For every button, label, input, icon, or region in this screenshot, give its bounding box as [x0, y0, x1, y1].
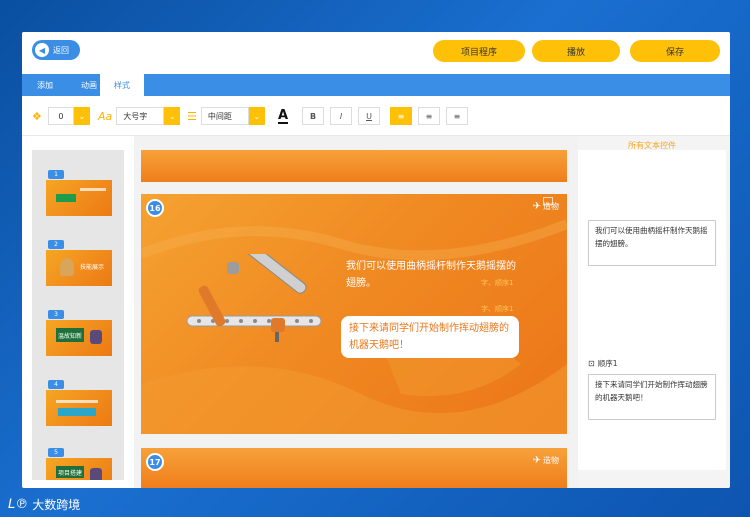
text-control-input-1[interactable]: 我们可以使用曲柄摇杆制作天鹅摇摆的翅膀。: [588, 220, 716, 266]
bold-button[interactable]: B: [302, 107, 324, 125]
watermark-logo-icon: ᒪ℗: [8, 497, 29, 512]
layer-dropdown-icon[interactable]: ⌄: [73, 107, 90, 125]
font-size-select[interactable]: 大号字: [116, 107, 165, 125]
style-toolbar: ❖ 0 ⌄ Aa 大号字 ⌄ ☰ 中间距 ⌄ A B I U ≡ ≡ ≡: [22, 96, 730, 136]
layer-input[interactable]: 0: [47, 107, 74, 125]
project-program-label: 项目程序: [460, 47, 497, 58]
font-color-icon: A: [278, 107, 289, 124]
brand-logo-text: 造物: [543, 456, 559, 465]
text-format-group: B I U: [302, 106, 380, 126]
next-slide[interactable]: 17 ✈ 造物: [141, 448, 567, 488]
align-group: ≡ ≡ ≡: [390, 106, 468, 126]
spacing-control: ☰ 中间距 ⌄: [187, 106, 265, 126]
watermark-text: 大数跨境: [32, 498, 81, 512]
slide-number-badge: 17: [146, 453, 164, 471]
current-slide[interactable]: 16 ✈ 造物 我们可以使用曲柄摇杆制作天鹅摇摆的翅膀。 字、顺序1 字、顺序1…: [141, 194, 567, 434]
corner-handle-icon[interactable]: [543, 197, 553, 205]
back-label: 返回: [53, 45, 69, 55]
project-program-button[interactable]: 项目程序: [433, 40, 525, 62]
save-label: 保存: [665, 47, 684, 58]
underline-button[interactable]: U: [358, 107, 380, 125]
spacing-dropdown-icon[interactable]: ⌄: [248, 107, 265, 125]
thumb-number: 3: [48, 310, 64, 319]
thumb-label: 温故知新: [56, 328, 84, 342]
thumb-number: 5: [48, 448, 64, 457]
thumb-number: 1: [48, 170, 64, 179]
thumb-label: 项目搭建: [56, 466, 84, 478]
font-size-dropdown-icon[interactable]: ⌄: [164, 107, 181, 125]
editor-window: ◀ 返回 项目程序 播放 保存 添加 动画 样式 ❖ 0 ⌄ Aa 大号字 ⌄ …: [22, 32, 730, 488]
thumb-image: 温故知新: [46, 320, 112, 356]
back-arrow-icon: ◀: [35, 43, 49, 57]
align-left-icon[interactable]: ≡: [390, 107, 412, 125]
layer-control: ❖ 0 ⌄: [32, 106, 90, 126]
tab-add[interactable]: 添加: [26, 74, 64, 96]
tab-animation-label: 动画: [81, 80, 97, 90]
slide-text-bubble[interactable]: 接下来请同学们开始制作挥动翅膀的机器天鹅吧！: [341, 316, 519, 358]
tab-add-label: 添加: [37, 80, 53, 90]
tab-style[interactable]: 样式: [100, 74, 144, 96]
text-order-hint-2: 字、顺序1: [481, 305, 514, 313]
thumb-number: 4: [48, 380, 64, 389]
thumb-image: [46, 180, 112, 216]
layers-icon: ❖: [32, 109, 42, 123]
brand-logo: ✈ 造物: [533, 455, 559, 466]
text-order-hint-1: 字、顺序1: [481, 279, 514, 287]
tab-bar: 添加 动画 样式: [22, 74, 730, 96]
play-button[interactable]: 播放: [532, 40, 620, 62]
thumb-image: 项目搭建: [46, 458, 112, 480]
align-right-icon[interactable]: ≡: [446, 107, 468, 125]
back-button[interactable]: ◀ 返回: [32, 40, 80, 60]
slide-canvas[interactable]: 16 ✈ 造物 我们可以使用曲柄摇杆制作天鹅摇摆的翅膀。 字、顺序1 字、顺序1…: [134, 136, 578, 488]
line-spacing-icon: ☰: [187, 109, 197, 123]
tab-style-label: 样式: [114, 80, 130, 90]
thumb-image: 技能展示: [46, 250, 112, 286]
bird-icon: ✈: [532, 201, 541, 212]
crank-rocker-model-image: [186, 254, 322, 342]
text-controls-panel: 所有文本控件 我们可以使用曲柄摇杆制作天鹅摇摆的翅膀。 ⊡ 顺序1 接下来请同学…: [578, 136, 730, 488]
slide-number-badge: 16: [146, 199, 164, 217]
order-label: ⊡ 顺序1: [588, 358, 617, 369]
thumb-label: 技能展示: [80, 264, 105, 271]
bird-icon: ✈: [532, 455, 541, 466]
order-label-text: 顺序1: [597, 359, 618, 368]
order-icon: ⊡: [588, 359, 595, 368]
thumb-number: 2: [48, 240, 64, 249]
previous-slide[interactable]: [141, 150, 567, 182]
italic-button[interactable]: I: [330, 107, 352, 125]
watermark: ᒪ℗ 大数跨境: [8, 496, 80, 513]
font-color-button[interactable]: A: [278, 106, 289, 126]
text-controls-list: 我们可以使用曲柄摇杆制作天鹅摇摆的翅膀。 ⊡ 顺序1 接下来请同学们开始制作挥动…: [578, 150, 726, 470]
top-bar: ◀ 返回 项目程序 播放 保存: [22, 32, 730, 74]
thumb-image: [46, 390, 112, 426]
text-control-input-2[interactable]: 接下来请同学们开始制作挥动翅膀的机器天鹅吧！: [588, 374, 716, 420]
save-button[interactable]: 保存: [630, 40, 720, 62]
spacing-select[interactable]: 中间距: [200, 107, 249, 125]
align-center-icon[interactable]: ≡: [418, 107, 440, 125]
font-size-control: Aa 大号字 ⌄: [98, 106, 181, 126]
play-label: 播放: [566, 47, 585, 58]
font-size-icon: Aa: [98, 109, 113, 123]
slide-thumbnail-panel[interactable]: 1 2 技能展示 3 温故知新 4 5 项目搭建: [32, 150, 124, 480]
